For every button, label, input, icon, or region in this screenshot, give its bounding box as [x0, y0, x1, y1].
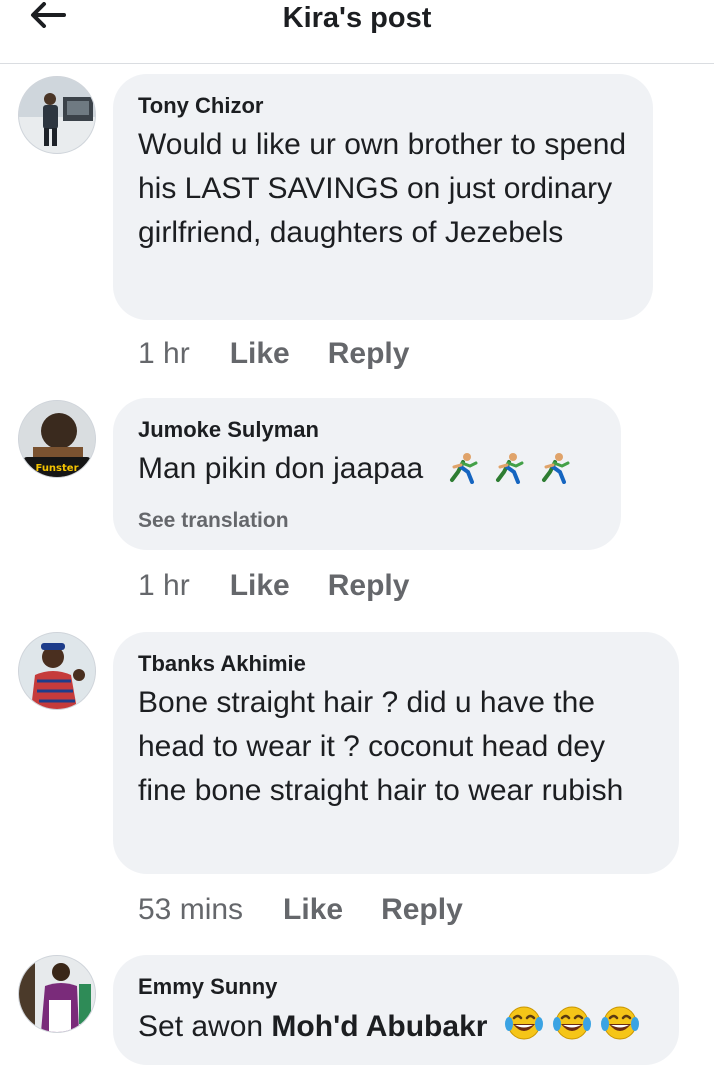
avatar[interactable]: [18, 76, 96, 154]
comment-author[interactable]: Tony Chizor: [138, 92, 627, 120]
tears-of-joy-emoji: [600, 1004, 640, 1055]
like-button[interactable]: Like: [283, 893, 343, 927]
comment-author[interactable]: Tbanks Akhimie: [138, 650, 653, 678]
avatar[interactable]: [18, 955, 96, 1033]
comment-text: Would u like ur own brother to spend his…: [138, 128, 627, 249]
page-title: Kira's post: [282, 2, 432, 34]
post-comments-screen: Kira's post Tony Chizor Would u like ur …: [0, 0, 714, 1074]
see-translation-link[interactable]: See translation: [138, 509, 595, 533]
comment-bubble: Emmy Sunny Set awon Moh'd Abubakr: [113, 955, 679, 1065]
avatar-sticker-text: Funster: [35, 463, 78, 474]
header-bar: Kira's post: [0, 0, 714, 64]
comment-bubble: Jumoke Sulyman Man pikin don jaapaa See …: [113, 398, 621, 550]
comment-timestamp: 53 mins: [138, 893, 244, 926]
comment-text: Man pikin don jaapaa: [138, 452, 424, 485]
avatar[interactable]: [18, 632, 96, 710]
comment-text-line: Man pikin don jaapaa: [138, 447, 595, 497]
person-running-emoji: [538, 452, 572, 497]
reply-button[interactable]: Reply: [381, 893, 463, 927]
comment-author[interactable]: Emmy Sunny: [138, 973, 653, 1001]
comment-text: Bone straight hair ? did u have the head…: [138, 686, 624, 807]
comment-text-line: Set awon Moh'd Abubakr: [138, 1004, 653, 1055]
like-button[interactable]: Like: [230, 569, 290, 603]
comment-bubble: Tbanks Akhimie Bone straight hair ? did …: [113, 632, 679, 874]
comment-author[interactable]: Jumoke Sulyman: [138, 416, 595, 444]
mention-link[interactable]: Moh'd Abubakr: [271, 1010, 487, 1043]
tears-of-joy-emoji: [504, 1004, 544, 1055]
comment-text: Set awon: [138, 1010, 272, 1043]
avatar[interactable]: Funster: [18, 400, 96, 478]
comment-timestamp: 1 hr: [138, 569, 190, 602]
tears-of-joy-emoji: [552, 1004, 592, 1055]
comment-timestamp: 1 hr: [138, 337, 190, 370]
reply-button[interactable]: Reply: [328, 337, 410, 371]
comment-actions: 1 hr Like Reply: [138, 334, 409, 374]
like-button[interactable]: Like: [230, 337, 290, 371]
reply-button[interactable]: Reply: [328, 569, 410, 603]
comment-bubble: Tony Chizor Would u like ur own brother …: [113, 74, 653, 320]
person-running-emoji: [446, 452, 480, 497]
comment-actions: 53 mins Like Reply: [138, 890, 463, 930]
person-running-emoji: [492, 452, 526, 497]
comment-actions: 1 hr Like Reply: [138, 566, 409, 606]
